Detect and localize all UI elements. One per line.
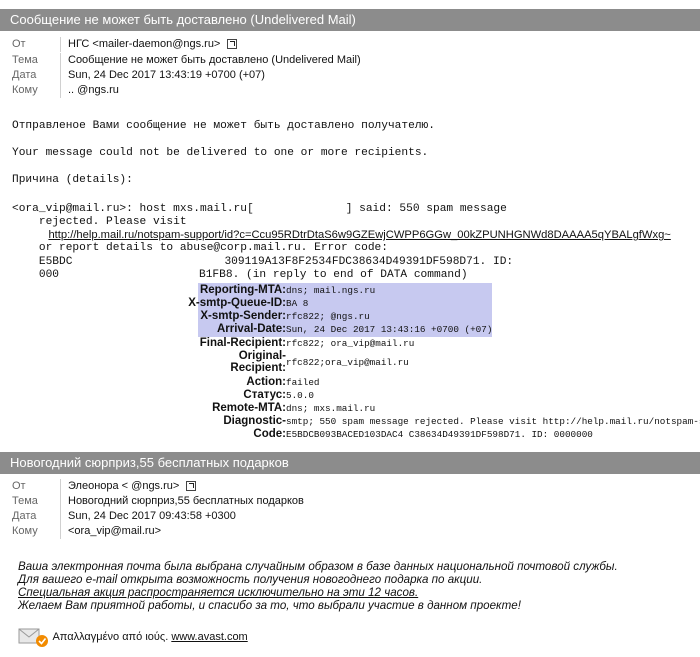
- antivirus-footer: Απαλλαγμένο από ιούς. www.avast.com: [18, 626, 248, 648]
- sender-address[interactable]: Элеонора < @ngs.ru>: [68, 480, 179, 492]
- header-from: От Элеонора < @ngs.ru>: [0, 479, 700, 494]
- body-paragraph: Желаем Вам приятной работы, и спасибо за…: [18, 599, 521, 612]
- body-paragraph: Специальная акция распространяется исклю…: [18, 586, 419, 599]
- header-from: От НГС <mailer-daemon@ngs.ru>: [0, 37, 700, 52]
- body-line-ru: Отправленое Вами сообщение не может быть…: [12, 120, 435, 132]
- header-subject: Тема Сообщение не может быть доставлено …: [12, 53, 361, 68]
- header-to: Кому <ora_vip@mail.ru>: [12, 524, 162, 539]
- header-date: Дата Sun, 24 Dec 2017 09:43:58 +0300: [12, 509, 236, 524]
- avast-link[interactable]: www.avast.com: [171, 631, 247, 643]
- external-link-icon[interactable]: [186, 481, 197, 492]
- message-title: Сообщение не может быть доставлено (Unde…: [10, 12, 356, 27]
- dsn-row: Final-Recipient: rfc822; ora_vip@mail.ru: [199, 337, 415, 349]
- body-paragraph: Для вашего e-mail открыта возможность по…: [18, 573, 483, 586]
- dsn-row: Action: failed: [246, 376, 320, 388]
- dsn-row: Recipient: rfc822;ora_vip@mail.ru: [230, 357, 409, 374]
- dsn-row: Code: E5BDCB093BACED103DAC4 C38634D49391D…: [253, 428, 593, 440]
- dsn-row: Remote-MTA: dns; mxs.mail.ru: [212, 402, 376, 414]
- dsn-row: X-smtp-Queue-ID: BA 8: [188, 297, 309, 309]
- dsn-row: Reporting-MTA: dns; mail.ngs.ru: [199, 284, 376, 296]
- message-title-bar: Новогодний сюрприз,55 бесплатных подарко…: [0, 452, 700, 474]
- header-to: Кому .. @ngs.ru: [12, 83, 119, 98]
- reason-label: Причина (details):: [12, 174, 133, 186]
- smtp-line-2: rejected. Please visit: [12, 216, 187, 228]
- sender-address[interactable]: НГС <mailer-daemon@ngs.ru>: [68, 38, 220, 50]
- avast-envelope-icon: [18, 626, 50, 648]
- body-line-en: Your message could not be delivered to o…: [12, 147, 429, 159]
- footer-text: Απαλλαγμένο από ιούς.: [52, 631, 169, 643]
- body-paragraph: Ваша электронная почта была выбрана случ…: [18, 560, 618, 573]
- smtp-line-4: or report details to abuse@corp.mail.ru.…: [12, 242, 388, 254]
- external-link-icon[interactable]: [227, 39, 238, 50]
- dsn-row: Arrival-Date: Sun, 24 Dec 2017 13:43:16 +…: [216, 323, 493, 335]
- message-title-bar: Сообщение не может быть доставлено (Unde…: [0, 9, 700, 31]
- dsn-row: Статус: 5.0.0: [243, 389, 314, 401]
- smtp-line-1: <ora_vip@mail.ru>: host mxs.mail.ru[ ] s…: [12, 203, 507, 216]
- header-date: Дата Sun, 24 Dec 2017 13:43:19 +0700 (+0…: [12, 68, 265, 83]
- message-title: Новогодний сюрприз,55 бесплатных подарко…: [10, 455, 289, 470]
- header-subject: Тема Новогодний сюрприз,55 бесплатных по…: [12, 494, 304, 509]
- dsn-row: Diagnostic-smtp; 550 spam message reject…: [223, 415, 700, 427]
- smtp-line-6: 000 B1FB8. (in reply to end of DATA comm…: [12, 269, 468, 282]
- smtp-line-5: E5BDC 309119A13F8F2534FDC38634D49391DF59…: [12, 256, 514, 269]
- notspam-support-link[interactable]: http://help.mail.ru/notspam-support/id?c…: [48, 229, 670, 241]
- dsn-row: X-smtp-Sender: rfc822; @ngs.ru: [200, 310, 370, 322]
- smtp-line-3: http://help.mail.ru/notspam-support/id?c…: [12, 229, 670, 242]
